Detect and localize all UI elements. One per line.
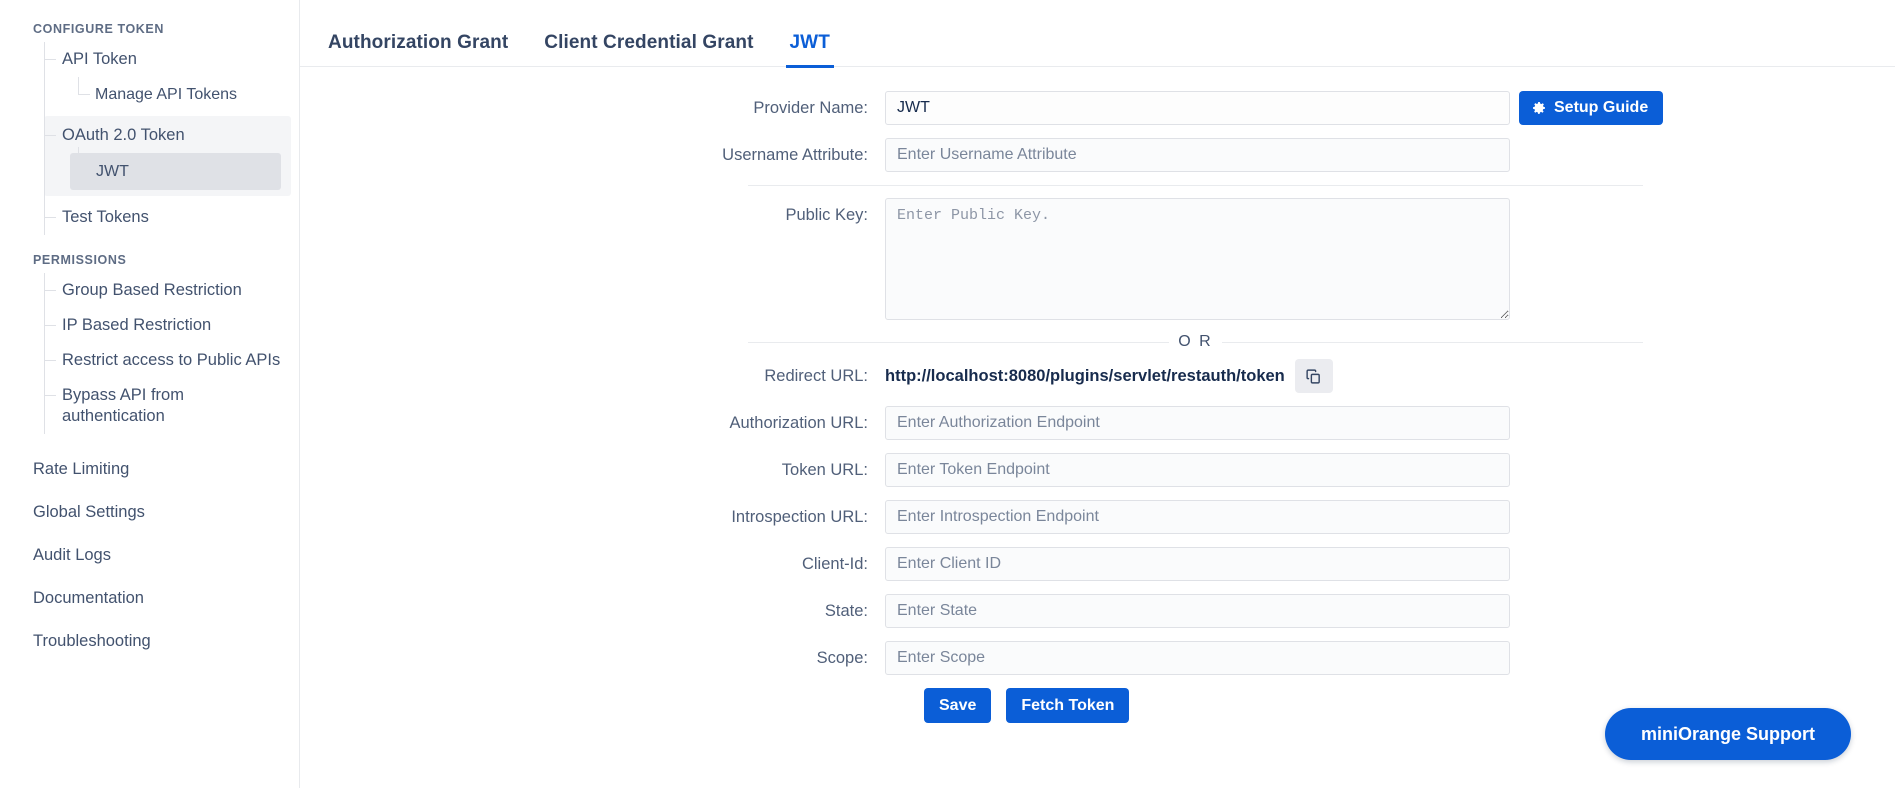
sidebar-item-documentation[interactable]: Documentation	[0, 577, 299, 620]
introspection-url-label: Introspection URL:	[731, 508, 868, 526]
form-row-client-id: Client-Id:	[300, 547, 1895, 581]
sidebar-item-label: JWT	[96, 163, 129, 180]
sidebar-item-label: Test Tokens	[62, 208, 149, 226]
form-row-introspection-url: Introspection URL:	[300, 500, 1895, 534]
gear-icon	[1531, 100, 1547, 116]
provider-name-input[interactable]	[885, 91, 1510, 125]
form-row-provider-name: Provider Name: Setup Guide	[300, 91, 1895, 125]
sidebar-item-label: Group Based Restriction	[62, 281, 242, 299]
sidebar-section-configure-token: CONFIGURE TOKEN	[33, 22, 164, 36]
form-row-public-key: Public Key:	[300, 198, 1895, 320]
form-row-username-attribute: Username Attribute:	[300, 138, 1895, 172]
client-id-label: Client-Id:	[801, 555, 868, 573]
app-root: CONFIGURE TOKEN API Token Manage API Tok…	[0, 0, 1895, 788]
username-attribute-control	[885, 138, 1510, 172]
redirect-url-label: Redirect URL:	[764, 367, 868, 385]
client-id-control	[885, 547, 1510, 581]
authorization-url-control	[885, 406, 1510, 440]
copy-icon	[1305, 368, 1322, 385]
tab-jwt[interactable]: JWT	[785, 28, 834, 68]
sidebar-item-label: IP Based Restriction	[62, 316, 212, 334]
scope-label: Scope:	[816, 649, 868, 667]
sidebar-item-restrict-access-public-apis[interactable]: Restrict access to Public APIs	[0, 343, 299, 378]
state-control	[885, 594, 1510, 628]
or-divider-line-left	[748, 341, 1170, 343]
sidebar-section-permissions: PERMISSIONS	[33, 253, 127, 267]
sidebar-group-oauth-token: OAuth 2.0 Token JWT	[44, 116, 291, 196]
public-key-label: Public Key:	[785, 206, 868, 224]
tab-authorization-grant[interactable]: Authorization Grant	[324, 28, 512, 68]
setup-guide-button[interactable]: Setup Guide	[1519, 91, 1664, 125]
sidebar-item-label: Documentation	[33, 589, 144, 607]
username-attribute-label: Username Attribute:	[722, 146, 868, 164]
redirect-url-value: http://localhost:8080/plugins/servlet/re…	[885, 367, 1285, 385]
redirect-url-control: http://localhost:8080/plugins/servlet/re…	[885, 359, 1333, 393]
sidebar-item-label: Restrict access to Public APIs	[62, 351, 281, 369]
sidebar-item-jwt[interactable]: JWT	[70, 147, 281, 190]
sidebar: CONFIGURE TOKEN API Token Manage API Tok…	[0, 0, 300, 788]
sidebar-item-api-token[interactable]: API Token	[0, 42, 299, 77]
scope-control	[885, 641, 1510, 675]
or-divider: O R	[748, 333, 1644, 351]
or-divider-line-right	[1221, 341, 1644, 343]
configure-token-tree: API Token Manage API Tokens OAuth 2.0 To…	[0, 42, 299, 235]
miniorange-support-button[interactable]: miniOrange Support	[1604, 708, 1851, 760]
form-row-redirect-url: Redirect URL: http://localhost:8080/plug…	[300, 359, 1895, 393]
tab-bar: Authorization Grant Client Credential Gr…	[300, 0, 1895, 68]
sidebar-item-group-based-restriction[interactable]: Group Based Restriction	[0, 273, 299, 308]
provider-name-label: Provider Name:	[753, 99, 868, 117]
scope-input[interactable]	[885, 641, 1510, 675]
copy-redirect-url-button[interactable]	[1294, 359, 1333, 393]
sidebar-item-label: Audit Logs	[33, 546, 111, 564]
form-row-scope: Scope:	[300, 641, 1895, 675]
sidebar-item-global-settings[interactable]: Global Settings	[0, 491, 299, 534]
setup-guide-label: Setup Guide	[1554, 99, 1649, 116]
permissions-tree: Group Based Restriction IP Based Restric…	[0, 273, 299, 434]
public-key-control	[885, 198, 1510, 320]
sidebar-item-label: Rate Limiting	[33, 460, 130, 478]
sidebar-item-label: Global Settings	[33, 503, 145, 521]
form-row-token-url: Token URL:	[300, 453, 1895, 487]
or-divider-label: O R	[1178, 333, 1213, 350]
tab-client-credential-grant[interactable]: Client Credential Grant	[540, 28, 757, 68]
provider-name-control: Setup Guide	[885, 91, 1664, 125]
jwt-config-form: Provider Name: Setup Guide	[300, 67, 1895, 723]
public-key-textarea[interactable]	[885, 198, 1510, 320]
form-row-state: State:	[300, 594, 1895, 628]
sidebar-item-rate-limiting[interactable]: Rate Limiting	[0, 448, 299, 491]
authorization-url-input[interactable]	[885, 406, 1510, 440]
username-attribute-input[interactable]	[885, 138, 1510, 172]
section-divider	[748, 185, 1643, 186]
sidebar-item-bypass-api-authentication[interactable]: Bypass API from authentication	[0, 378, 299, 434]
sidebar-item-troubleshooting[interactable]: Troubleshooting	[0, 620, 299, 663]
token-url-control	[885, 453, 1510, 487]
sidebar-item-label: Troubleshooting	[33, 632, 151, 650]
sidebar-item-label: Bypass API from authentication	[62, 386, 184, 425]
token-url-label: Token URL:	[781, 461, 868, 479]
sidebar-item-label: OAuth 2.0 Token	[62, 126, 185, 144]
form-row-authorization-url: Authorization URL:	[300, 406, 1895, 440]
introspection-url-input[interactable]	[885, 500, 1510, 534]
sidebar-item-test-tokens[interactable]: Test Tokens	[0, 200, 299, 235]
fetch-token-button[interactable]: Fetch Token	[1006, 688, 1130, 723]
token-url-input[interactable]	[885, 453, 1510, 487]
main-content: Authorization Grant Client Credential Gr…	[300, 0, 1895, 788]
introspection-url-control	[885, 500, 1510, 534]
authorization-url-label: Authorization URL:	[729, 414, 869, 432]
sidebar-item-manage-api-tokens[interactable]: Manage API Tokens	[0, 77, 299, 112]
client-id-input[interactable]	[885, 547, 1510, 581]
sidebar-item-label: API Token	[62, 50, 137, 68]
save-button[interactable]: Save	[924, 688, 992, 723]
state-label: State:	[824, 602, 868, 620]
state-input[interactable]	[885, 594, 1510, 628]
sidebar-item-label: Manage API Tokens	[95, 86, 238, 103]
sidebar-item-audit-logs[interactable]: Audit Logs	[0, 534, 299, 577]
sidebar-item-ip-based-restriction[interactable]: IP Based Restriction	[0, 308, 299, 343]
